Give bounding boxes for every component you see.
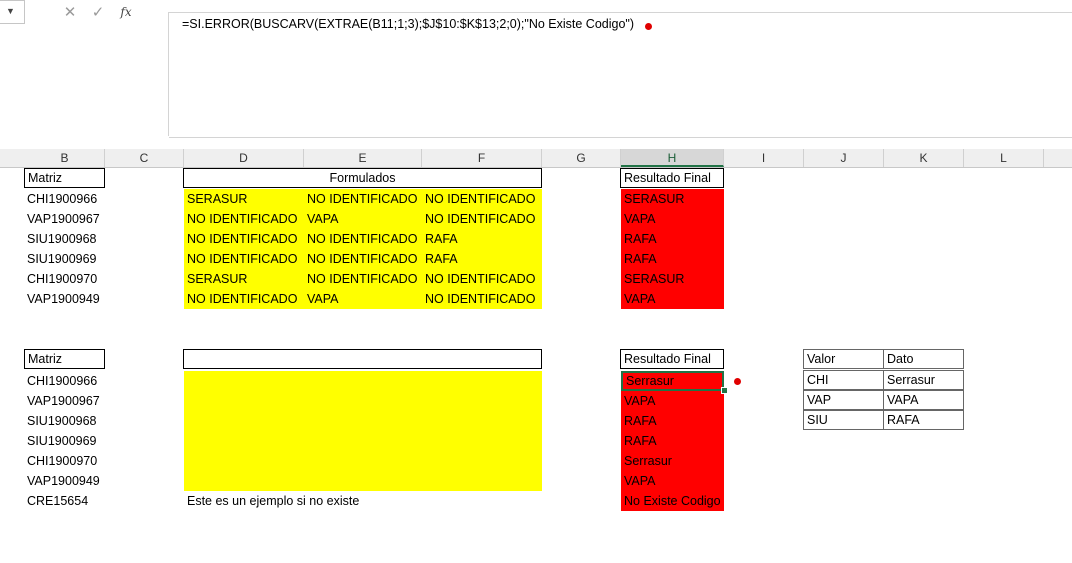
result-cell[interactable]: VAPA — [621, 471, 724, 491]
result-cell[interactable]: VAPA — [621, 391, 724, 411]
formula-cell-e[interactable]: NO IDENTIFICADO — [304, 229, 422, 249]
lookup-header-dato[interactable]: Dato — [883, 349, 964, 369]
lookup-dato-cell[interactable]: Serrasur — [883, 370, 964, 390]
result-cell[interactable]: Serrasur — [621, 451, 724, 471]
formula-cell-d[interactable]: NO IDENTIFICADO — [184, 289, 304, 309]
formula-cell-f[interactable]: NO IDENTIFICADO — [422, 289, 542, 309]
result-cell[interactable]: No Existe Codigo — [621, 491, 724, 511]
formula-cell-e[interactable]: NO IDENTIFICADO — [304, 249, 422, 269]
cursor-marker-dot — [734, 378, 741, 385]
formula-controls: ✕ ✓ fx — [56, 0, 168, 24]
column-header-h[interactable]: H — [621, 149, 724, 167]
name-box-dropdown-icon[interactable]: ▼ — [6, 6, 15, 16]
code-cell[interactable]: VAP1900949 — [24, 471, 104, 491]
matriz-header-cell[interactable]: Matriz — [24, 168, 105, 188]
empty-yellow-range — [184, 371, 542, 491]
lookup-valor-cell[interactable]: CHI — [803, 370, 884, 390]
note-cell[interactable]: Este es un ejemplo si no existe — [184, 491, 542, 511]
formula-cell-e[interactable]: VAPA — [304, 289, 422, 309]
formula-cell-f[interactable]: NO IDENTIFICADO — [422, 189, 542, 209]
formula-cell-f[interactable]: NO IDENTIFICADO — [422, 269, 542, 289]
lookup-dato-cell[interactable]: VAPA — [883, 390, 964, 410]
cancel-icon[interactable]: ✕ — [56, 3, 84, 21]
lookup-header-valor[interactable]: Valor — [803, 349, 884, 369]
code-cell[interactable]: CHI1900970 — [24, 269, 104, 289]
formula-text: =SI.ERROR(BUSCARV(EXTRAE(B11;1;3);$J$10:… — [182, 17, 635, 31]
formulados-header-cell[interactable]: Formulados — [183, 168, 542, 188]
formula-cell-e[interactable]: VAPA — [304, 209, 422, 229]
lookup-valor-cell[interactable]: SIU — [803, 410, 884, 430]
code-cell[interactable]: CRE15654 — [24, 491, 104, 511]
result-cell[interactable]: RAFA — [621, 229, 724, 249]
result-cell[interactable]: RAFA — [621, 431, 724, 451]
column-header-j[interactable]: J — [804, 149, 884, 167]
formula-cell-d[interactable]: SERASUR — [184, 189, 304, 209]
formula-cell-d[interactable]: NO IDENTIFICADO — [184, 229, 304, 249]
resultado-header-cell[interactable]: Resultado Final — [620, 349, 724, 369]
formula-cell-f[interactable]: RAFA — [422, 229, 542, 249]
result-cell[interactable]: SERASUR — [621, 189, 724, 209]
result-cell[interactable]: VAPA — [621, 289, 724, 309]
matriz-header-cell[interactable]: Matriz — [24, 349, 105, 369]
code-cell[interactable]: VAP1900949 — [24, 289, 104, 309]
result-cell[interactable]: RAFA — [621, 411, 724, 431]
lookup-valor-cell[interactable]: VAP — [803, 390, 884, 410]
code-cell[interactable]: VAP1900967 — [24, 209, 104, 229]
insert-function-button[interactable]: fx — [112, 5, 140, 19]
column-header-c[interactable]: C — [105, 149, 184, 167]
code-cell[interactable]: CHI1900966 — [24, 189, 104, 209]
formula-cell-e[interactable]: NO IDENTIFICADO — [304, 269, 422, 289]
lookup-dato-cell[interactable]: RAFA — [883, 410, 964, 430]
column-header-d[interactable]: D — [184, 149, 304, 167]
selected-result-cell[interactable]: Serrasur — [621, 371, 724, 391]
column-header-g[interactable]: G — [542, 149, 621, 167]
code-cell[interactable]: SIU1900969 — [24, 249, 104, 269]
empty-header-cell[interactable] — [183, 349, 542, 369]
column-header-k[interactable]: K — [884, 149, 964, 167]
code-cell[interactable]: CHI1900966 — [24, 371, 104, 391]
code-cell[interactable]: SIU1900968 — [24, 411, 104, 431]
column-header-b[interactable]: B — [25, 149, 105, 167]
column-header-i[interactable]: I — [724, 149, 804, 167]
code-cell[interactable]: SIU1900969 — [24, 431, 104, 451]
formula-cell-d[interactable]: SERASUR — [184, 269, 304, 289]
resultado-header-cell[interactable]: Resultado Final — [620, 168, 724, 188]
result-cell[interactable]: RAFA — [621, 249, 724, 269]
result-cell[interactable]: SERASUR — [621, 269, 724, 289]
code-cell[interactable]: SIU1900968 — [24, 229, 104, 249]
column-header-e[interactable]: E — [304, 149, 422, 167]
formula-cell-d[interactable]: NO IDENTIFICADO — [184, 249, 304, 269]
code-cell[interactable]: VAP1900967 — [24, 391, 104, 411]
column-header-l[interactable]: L — [964, 149, 1044, 167]
formula-cell-f[interactable]: NO IDENTIFICADO — [422, 209, 542, 229]
formula-cell-e[interactable]: NO IDENTIFICADO — [304, 189, 422, 209]
result-cell[interactable]: VAPA — [621, 209, 724, 229]
cursor-marker-dot — [645, 23, 652, 30]
formula-cell-d[interactable]: NO IDENTIFICADO — [184, 209, 304, 229]
formula-cell-f[interactable]: RAFA — [422, 249, 542, 269]
column-header-f[interactable]: F — [422, 149, 542, 167]
code-cell[interactable]: CHI1900970 — [24, 451, 104, 471]
enter-icon[interactable]: ✓ — [84, 3, 112, 21]
